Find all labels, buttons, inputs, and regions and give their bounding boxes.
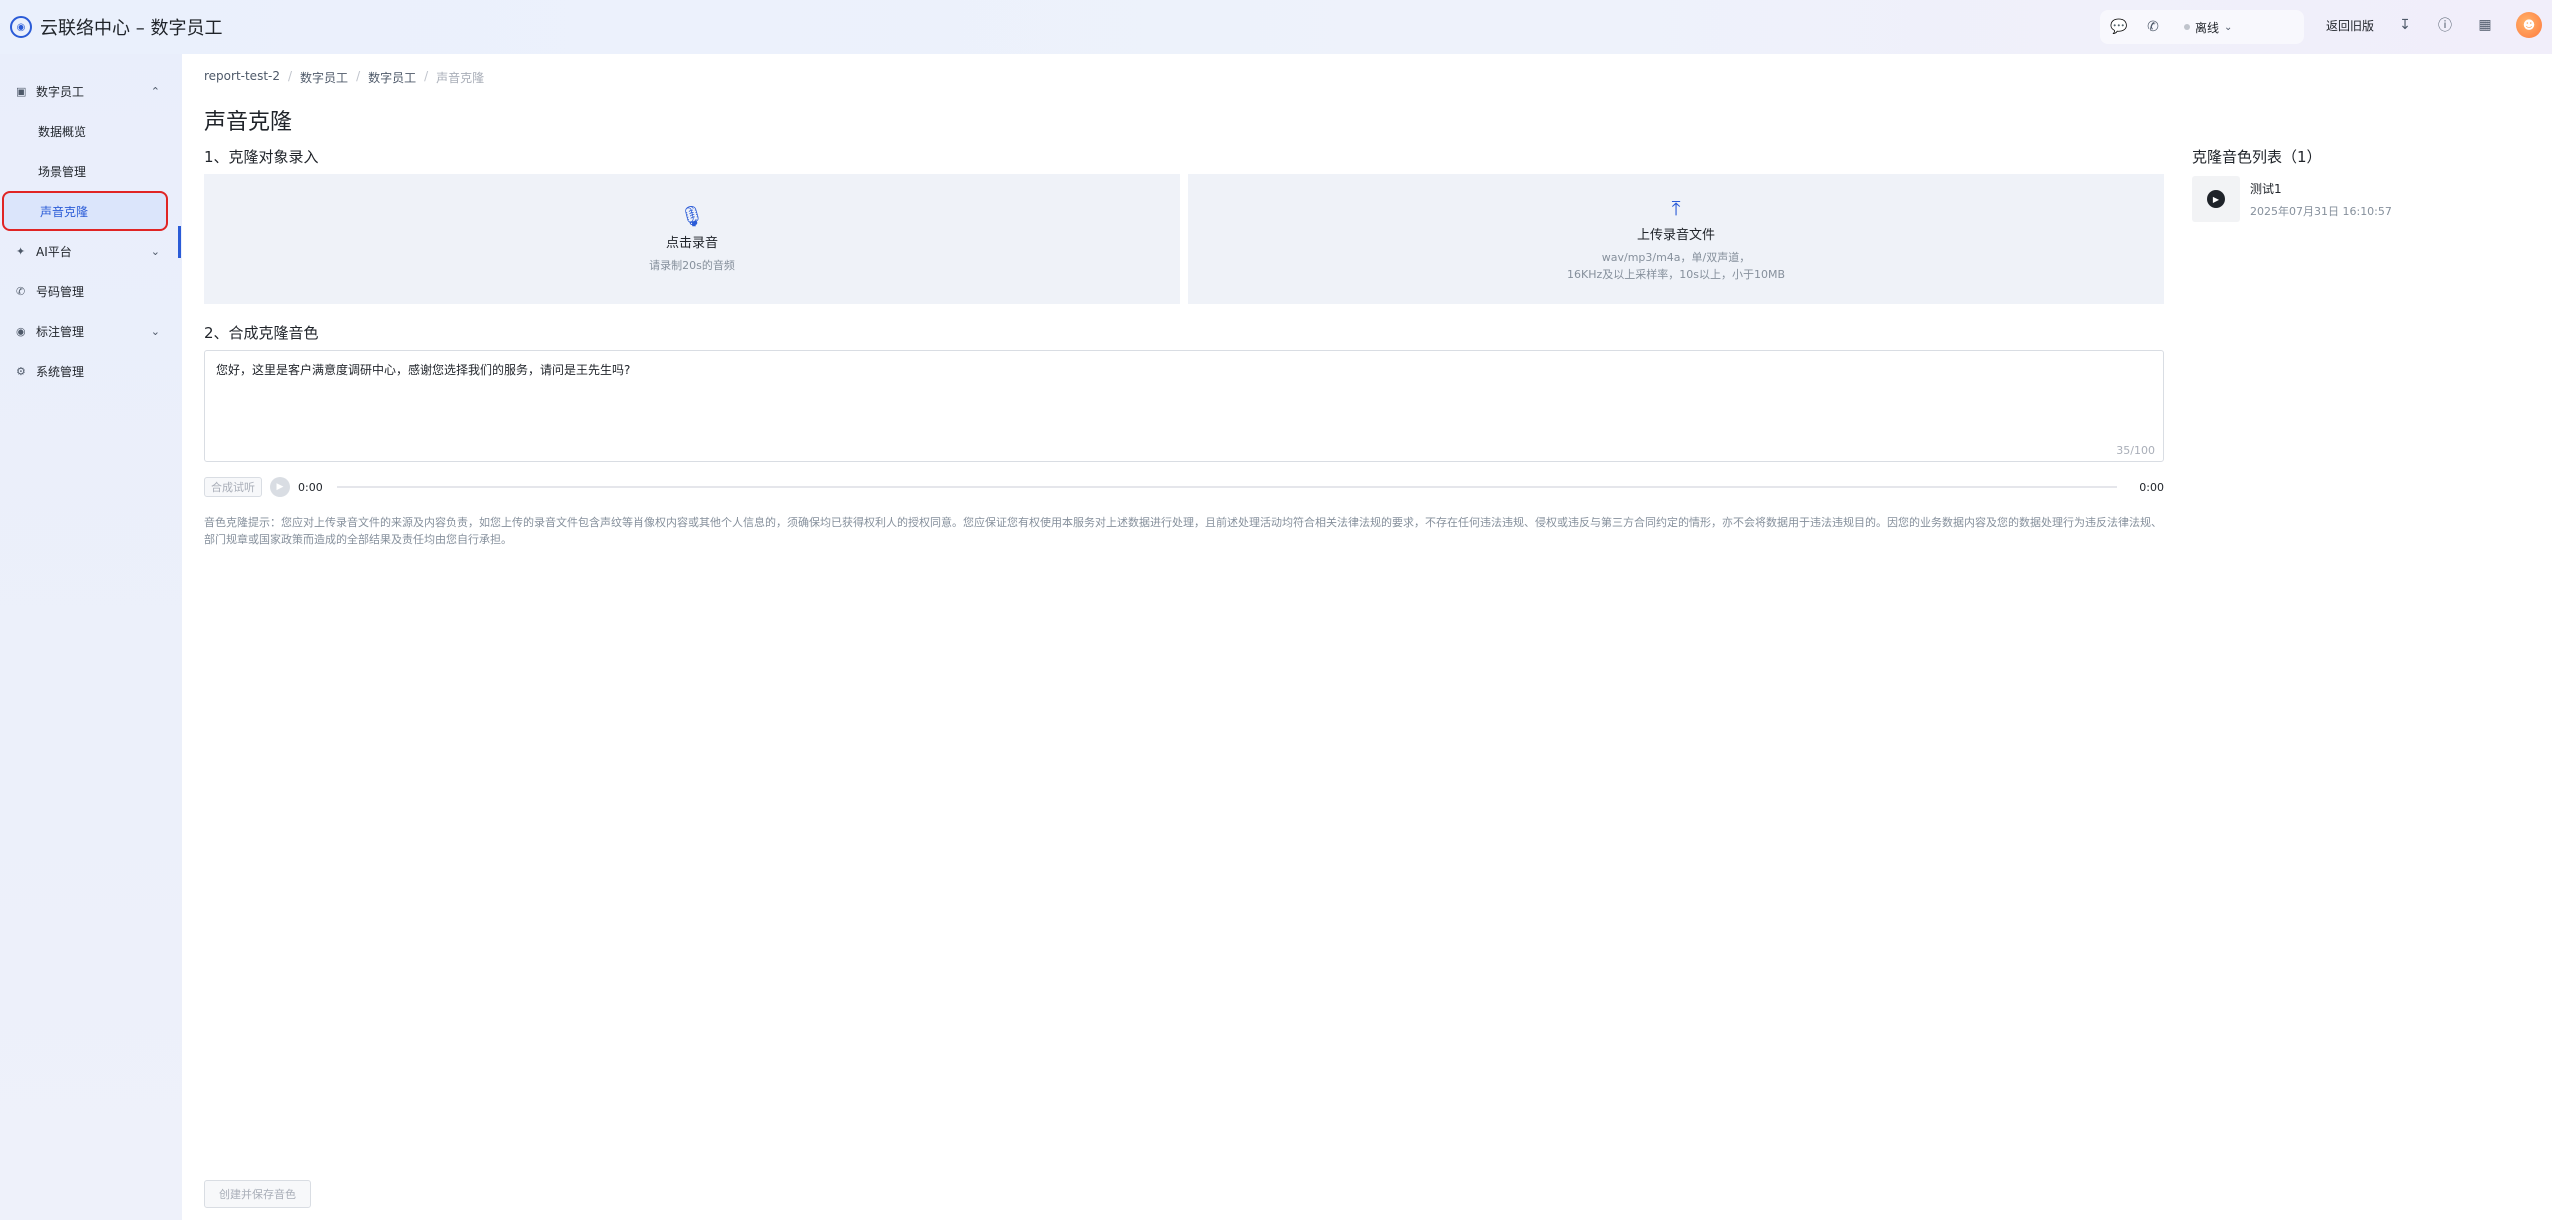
sidebar-group-label: 号码管理 bbox=[36, 284, 85, 299]
progress-track[interactable] bbox=[336, 486, 2118, 488]
header-toolbar: 💬 ✆ 离线 ⌄ bbox=[2100, 10, 2304, 44]
upload-audio-hint-1: wav/mp3/m4a，单/双声道， bbox=[1601, 250, 1751, 264]
microphone-icon: 🎙 bbox=[679, 204, 705, 228]
breadcrumb-separator: / bbox=[424, 69, 429, 83]
sidebar-group-label: 标注管理 bbox=[36, 324, 85, 339]
section-title-input: 1、克隆对象录入 bbox=[204, 148, 319, 166]
synthesize-preview-button[interactable]: 合成试听 bbox=[204, 477, 262, 497]
status-dot bbox=[2184, 24, 2190, 30]
breadcrumb-current: 声音克隆 bbox=[436, 71, 485, 85]
char-counter: 35/100 bbox=[2116, 444, 2155, 457]
clone-notice: 音色克隆提示：您应对上传录音文件的来源及内容负责，如您上传的录音文件包含声纹等肖… bbox=[204, 516, 2162, 546]
breadcrumb-item[interactable]: 数字员工 bbox=[368, 69, 416, 86]
return-old-version-link[interactable]: 返回旧版 bbox=[2326, 17, 2374, 34]
phone-icon[interactable]: ✆ bbox=[2144, 18, 2162, 36]
sidebar-group-ai-platform[interactable]: ✦ AI平台 ⌄ bbox=[0, 231, 182, 271]
voice-list-item[interactable]: ▶ 测试1 2025年07月31日 16:10:57 bbox=[2192, 176, 2392, 222]
sidebar-item-label: 声音克隆 bbox=[40, 204, 89, 219]
sidebar-group-number-management[interactable]: ✆ 号码管理 bbox=[0, 271, 182, 311]
voice-thumb: ▶ bbox=[2192, 176, 2240, 222]
chevron-down-icon: ⌄ bbox=[150, 324, 160, 338]
chevron-down-icon: ⌄ bbox=[150, 244, 160, 258]
chevron-up-icon: ⌃ bbox=[150, 84, 160, 98]
section-title-synthesize: 2、合成克隆音色 bbox=[204, 324, 319, 342]
help-icon[interactable]: ⓘ bbox=[2436, 16, 2454, 34]
active-indicator-bar bbox=[178, 226, 181, 258]
record-audio-card[interactable]: 🎙 点击录音 请录制20s的音频 bbox=[204, 174, 1180, 304]
top-header: ◉ 云联络中心 – 数字员工 💬 ✆ 离线 ⌄ 返回旧版 ↧ ⓘ ▦ ☻ bbox=[0, 0, 2552, 54]
create-save-voice-button[interactable]: 创建并保存音色 bbox=[204, 1180, 311, 1208]
status-label: 离线 bbox=[2195, 20, 2220, 35]
app-logo-icon: ◉ bbox=[10, 16, 32, 38]
audio-player: 合成试听 ▶ 0:00 0:00 bbox=[204, 476, 2164, 498]
download-icon[interactable]: ↧ bbox=[2396, 16, 2414, 34]
breadcrumb-item[interactable]: report-test-2 bbox=[204, 69, 280, 86]
upload-audio-hint-2: 16KHz及以上采样率，10s以上，小于10MB bbox=[1566, 267, 1786, 281]
synthesis-text-input[interactable]: 您好，这里是客户满意度调研中心，感谢您选择我们的服务，请问是王先生吗? 35/1… bbox=[204, 350, 2164, 462]
upload-audio-card[interactable]: ⤒ 上传录音文件 wav/mp3/m4a，单/双声道， 16KHz及以上采样率，… bbox=[1188, 174, 2164, 304]
robot-icon: ▣ bbox=[16, 84, 27, 98]
agent-status-dropdown[interactable]: 离线 ⌄ bbox=[2184, 19, 2232, 36]
tag-icon: ◉ bbox=[16, 324, 26, 338]
voice-name: 测试1 bbox=[2250, 181, 2282, 196]
app-title: 云联络中心 – 数字员工 bbox=[40, 18, 223, 39]
sidebar-group-tag-management[interactable]: ◉ 标注管理 ⌄ bbox=[0, 311, 182, 351]
upload-icon: ⤒ bbox=[1671, 195, 1681, 220]
avatar[interactable]: ☻ bbox=[2516, 12, 2542, 38]
settings-icon: ⚙ bbox=[16, 364, 26, 378]
sidebar-group-label: AI平台 bbox=[36, 244, 72, 259]
record-audio-hint: 请录制20s的音频 bbox=[649, 259, 735, 272]
apps-grid-icon[interactable]: ▦ bbox=[2476, 16, 2494, 34]
sidebar-item-label: 数据概览 bbox=[38, 124, 87, 139]
play-icon[interactable]: ▶ bbox=[270, 477, 290, 497]
breadcrumb-separator: / bbox=[356, 69, 361, 83]
chat-bubble-icon[interactable]: 💬 bbox=[2110, 18, 2128, 36]
sidebar-group-system-management[interactable]: ⚙ 系统管理 bbox=[0, 351, 182, 391]
sidebar-item-label: 场景管理 bbox=[38, 164, 87, 179]
phone-icon: ✆ bbox=[16, 284, 26, 298]
breadcrumb-item[interactable]: 数字员工 bbox=[300, 69, 348, 86]
page-title: 声音克隆 bbox=[204, 110, 293, 135]
sidebar: ▣ 数字员工 ⌃ 数据概览 场景管理 声音克隆 ✦ AI平台 ⌄ ✆ 号码管理 … bbox=[0, 54, 182, 1220]
current-time: 0:00 bbox=[298, 480, 323, 494]
sidebar-item-scene-management[interactable]: 场景管理 bbox=[0, 151, 182, 191]
main-content: report-test-2 / 数字员工 / 数字员工 / 声音克隆 声音克隆 … bbox=[182, 54, 2552, 1220]
header-right: 返回旧版 ↧ ⓘ ▦ ☻ bbox=[2326, 12, 2542, 38]
sidebar-item-data-overview[interactable]: 数据概览 bbox=[0, 111, 182, 151]
total-time: 0:00 bbox=[2139, 480, 2164, 494]
breadcrumb: report-test-2 / 数字员工 / 数字员工 / 声音克隆 bbox=[204, 69, 484, 86]
breadcrumb-separator: / bbox=[288, 69, 293, 83]
sidebar-group-digital-staff[interactable]: ▣ 数字员工 ⌃ bbox=[0, 71, 182, 111]
sidebar-group-label: 系统管理 bbox=[36, 364, 85, 379]
voice-list-title: 克隆音色列表（1） bbox=[2192, 148, 2322, 166]
upload-audio-title: 上传录音文件 bbox=[1636, 227, 1715, 243]
ai-icon: ✦ bbox=[16, 244, 26, 258]
chevron-down-icon: ⌄ bbox=[2224, 21, 2233, 33]
play-icon[interactable]: ▶ bbox=[2207, 190, 2225, 208]
voice-date: 2025年07月31日 16:10:57 bbox=[2250, 204, 2392, 218]
synthesis-text: 您好，这里是客户满意度调研中心，感谢您选择我们的服务，请问是王先生吗? bbox=[216, 363, 631, 377]
sidebar-item-voice-clone[interactable]: 声音克隆 bbox=[2, 191, 168, 231]
voice-meta: 测试1 2025年07月31日 16:10:57 bbox=[2250, 180, 2392, 219]
record-audio-title: 点击录音 bbox=[665, 236, 718, 251]
sidebar-group-label: 数字员工 bbox=[36, 84, 85, 99]
